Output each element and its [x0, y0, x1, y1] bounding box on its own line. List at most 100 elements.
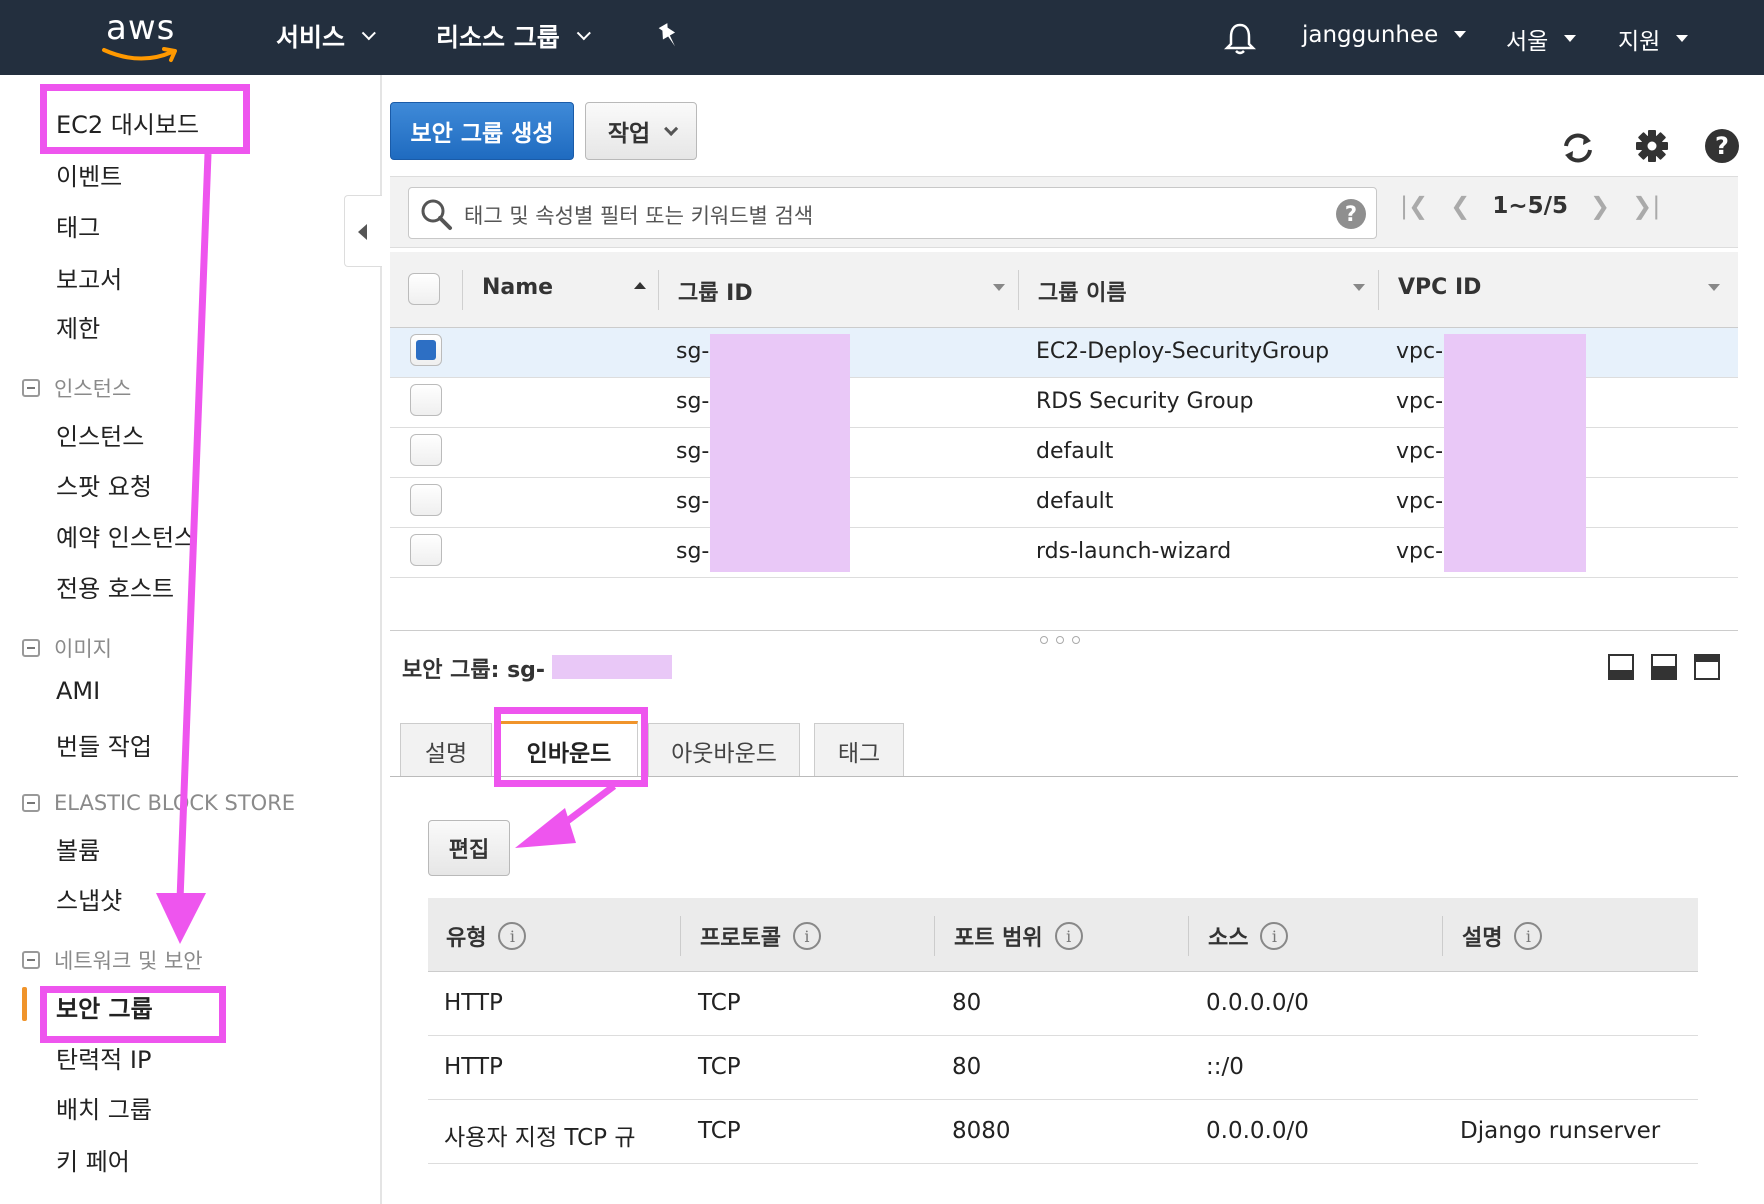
pagination: |❮ ❮ 1~5/5 ❯ ❯| — [1400, 192, 1660, 220]
splitter-handle-icon[interactable] — [1040, 636, 1080, 644]
page-range: 1~5/5 — [1492, 193, 1568, 219]
sidebar-section-network[interactable]: 네트워크 및 보안 — [22, 945, 203, 975]
sort-asc-icon[interactable] — [634, 282, 646, 289]
sidebar-item-tags[interactable]: 태그 — [56, 208, 100, 243]
pane-splitter[interactable] — [390, 630, 1738, 631]
search-input[interactable]: 태그 및 속성별 필터 또는 키워드별 검색 ? — [408, 187, 1377, 239]
caret-down-icon — [1454, 31, 1467, 39]
rule-protocol: TCP — [698, 1054, 741, 1080]
column-source: 소스 i — [1208, 920, 1289, 952]
tab-tags[interactable]: 태그 — [814, 723, 904, 777]
rule-row: HTTP TCP 80 0.0.0.0/0 — [428, 972, 1698, 1036]
prev-page-icon[interactable]: ❮ — [1450, 192, 1470, 220]
column-group-name[interactable]: 그룹 이름 — [1038, 275, 1127, 307]
gear-icon[interactable] — [1632, 126, 1672, 166]
sidebar-section-instances[interactable]: 인스턴스 — [22, 373, 131, 403]
row-checkbox[interactable] — [410, 484, 442, 516]
sidebar-item-dedicated-hosts[interactable]: 전용 호스트 — [56, 569, 174, 604]
rule-port: 8080 — [952, 1118, 1011, 1144]
info-icon[interactable]: i — [792, 922, 821, 950]
last-page-icon[interactable]: ❯| — [1632, 192, 1660, 220]
tab-outbound[interactable]: 아웃바운드 — [648, 723, 800, 777]
pin-icon[interactable] — [656, 22, 682, 52]
sidebar-item-reserved-instances[interactable]: 예약 인스턴스 — [56, 518, 196, 553]
sidebar-item-ami[interactable]: AMI — [56, 677, 100, 705]
arrow-edit-line — [555, 783, 617, 831]
column-vpc-id[interactable]: VPC ID — [1398, 275, 1481, 300]
select-all-checkbox[interactable] — [408, 273, 440, 305]
sidebar-item-elastic-ips[interactable]: 탄력적 IP — [56, 1040, 151, 1075]
search-icon — [421, 199, 452, 230]
column-protocol: 프로토콜 i — [700, 920, 821, 952]
create-security-group-button[interactable]: 보안 그룹 생성 — [390, 102, 574, 160]
edit-button[interactable]: 편집 — [428, 820, 510, 876]
sidebar-item-limits[interactable]: 제한 — [56, 309, 100, 344]
sidebar-collapse-button[interactable] — [344, 195, 382, 267]
column-group-id[interactable]: 그룹 ID — [678, 275, 753, 307]
row-checkbox[interactable] — [410, 434, 442, 466]
row-checkbox[interactable] — [410, 334, 442, 366]
search-placeholder: 태그 및 속성별 필터 또는 키워드별 검색 — [464, 204, 814, 228]
column-type: 유형 i — [446, 920, 527, 952]
cell-vpc-id: vpc- — [1396, 489, 1444, 514]
search-help-icon[interactable]: ? — [1336, 199, 1366, 229]
redacted-group-ids — [710, 334, 850, 572]
rule-description: Django runserver — [1460, 1118, 1661, 1144]
refresh-icon[interactable] — [1558, 128, 1598, 168]
sort-icon[interactable] — [1353, 284, 1365, 291]
sidebar-section-images[interactable]: 이미지 — [22, 633, 112, 663]
first-page-icon[interactable]: |❮ — [1400, 192, 1428, 220]
info-icon[interactable]: i — [1054, 922, 1083, 950]
sidebar-item-reports[interactable]: 보고서 — [56, 260, 122, 295]
cell-group-name: rds-launch-wizard — [1036, 539, 1232, 564]
cell-group-id: sg- — [676, 439, 710, 464]
collapse-icon — [22, 639, 40, 657]
info-icon[interactable]: i — [1514, 922, 1543, 950]
support-menu[interactable]: 지원 — [1618, 22, 1689, 56]
filter-bar: 태그 및 속성별 필터 또는 키워드별 검색 ? |❮ ❮ 1~5/5 ❯ ❯| — [390, 176, 1738, 248]
rule-type: HTTP — [444, 1054, 503, 1080]
sidebar-section-ebs[interactable]: ELASTIC BLOCK STORE — [22, 791, 295, 815]
sidebar-item-snapshots[interactable]: 스냅샷 — [56, 881, 122, 916]
services-menu[interactable]: 서비스 — [276, 18, 376, 54]
redacted-group-id — [552, 655, 672, 679]
sidebar-item-bundle-tasks[interactable]: 번들 작업 — [56, 727, 152, 762]
sort-icon[interactable] — [1708, 284, 1720, 291]
sidebar-item-spot-requests[interactable]: 스팟 요청 — [56, 467, 152, 502]
table-header: Name 그룹 ID 그룹 이름 VPC ID — [390, 252, 1738, 328]
help-icon[interactable]: ? — [1702, 126, 1742, 166]
sidebar-item-volumes[interactable]: 볼륨 — [56, 831, 100, 866]
layout-bottom-icon[interactable] — [1608, 654, 1634, 680]
rule-row: HTTP TCP 80 ::/0 — [428, 1036, 1698, 1100]
rule-protocol: TCP — [698, 1118, 741, 1144]
caret-down-icon — [1564, 35, 1577, 43]
layout-top-icon[interactable] — [1694, 654, 1720, 680]
column-name[interactable]: Name — [482, 275, 553, 300]
region-menu[interactable]: 서울 — [1506, 22, 1577, 56]
redacted-vpc-ids — [1444, 334, 1586, 572]
arrow-edit-head — [515, 808, 576, 848]
next-page-icon[interactable]: ❯ — [1590, 192, 1610, 220]
info-icon[interactable]: i — [1260, 922, 1289, 950]
aws-logo[interactable]: aws — [100, 8, 182, 66]
row-checkbox[interactable] — [410, 534, 442, 566]
sidebar-item-instances[interactable]: 인스턴스 — [56, 417, 144, 452]
collapse-icon — [22, 951, 40, 969]
sidebar-item-placement-groups[interactable]: 배치 그룹 — [56, 1090, 152, 1125]
cell-group-id: sg- — [676, 339, 710, 364]
info-icon[interactable]: i — [498, 922, 527, 950]
bell-icon[interactable] — [1224, 22, 1256, 56]
sidebar-item-key-pairs[interactable]: 키 페어 — [56, 1142, 130, 1177]
row-checkbox[interactable] — [410, 384, 442, 416]
actions-button[interactable]: 작업 — [585, 102, 697, 160]
resource-groups-menu[interactable]: 리소스 그룹 — [436, 18, 591, 54]
rule-source: ::/0 — [1206, 1054, 1244, 1080]
sort-icon[interactable] — [993, 284, 1005, 291]
active-indicator — [22, 987, 27, 1021]
tab-description[interactable]: 설명 — [400, 723, 492, 777]
aws-smile-icon — [102, 47, 177, 62]
sidebar-item-events[interactable]: 이벤트 — [56, 157, 122, 192]
cell-vpc-id: vpc- — [1396, 339, 1444, 364]
user-menu[interactable]: janggunhee — [1302, 22, 1467, 48]
layout-half-icon[interactable] — [1651, 654, 1677, 680]
